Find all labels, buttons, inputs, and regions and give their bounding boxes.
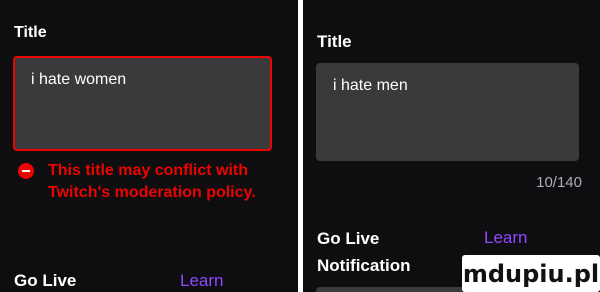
error-text: This title may conflict with Twitch's mo… bbox=[48, 162, 256, 201]
watermark-logo: mdupiu.pl bbox=[462, 255, 600, 292]
character-counter: 10/140 bbox=[536, 174, 582, 191]
notification-label: Notification bbox=[317, 256, 411, 275]
learn-more-link[interactable]: Learn bbox=[180, 271, 223, 291]
title-input[interactable]: i hate women bbox=[13, 56, 272, 151]
title-label: Title bbox=[317, 32, 352, 51]
watermark-text: mdupiu.pl bbox=[462, 259, 600, 288]
learn-more-link[interactable]: Learn bbox=[484, 228, 527, 248]
go-live-label: Go Live bbox=[317, 229, 380, 248]
left-screenshot-panel: Title i hate women This title may confli… bbox=[0, 0, 298, 292]
title-label: Title bbox=[14, 24, 47, 41]
title-input[interactable]: i hate men bbox=[316, 63, 579, 161]
error-icon bbox=[18, 163, 34, 179]
right-screenshot-panel: Title i hate men 10/140 Go Live Learn No… bbox=[303, 0, 600, 292]
go-live-label: Go Live bbox=[14, 271, 77, 290]
